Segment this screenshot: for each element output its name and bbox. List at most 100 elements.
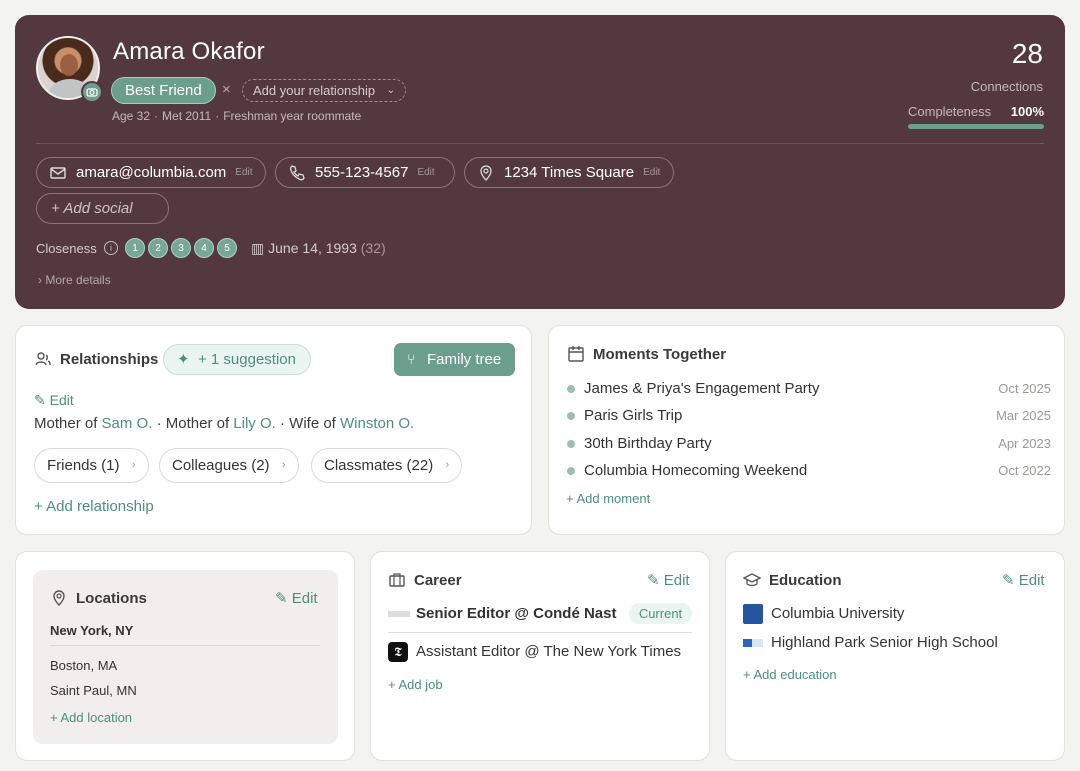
age-text: Age 32 (112, 109, 151, 123)
email-edit[interactable]: Edit (235, 167, 252, 178)
graduation-cap-icon (743, 573, 761, 587)
education-edit-label: Edit (1018, 572, 1045, 589)
address-edit[interactable]: Edit (643, 167, 660, 178)
current-job-title: Senior Editor @ Condé Nast (416, 605, 617, 622)
current-job[interactable]: Senior Editor @ Condé Nast (388, 605, 616, 622)
moment-item[interactable]: Paris Girls Trip Mar 2025 (567, 407, 1051, 424)
moment-title: Columbia Homecoming Weekend (584, 462, 808, 479)
completeness-value: 100% (1010, 104, 1044, 119)
family-tree-button[interactable]: ⑂ Family tree (394, 343, 515, 376)
closeness-level-4[interactable]: 4 (194, 238, 214, 258)
job-divider (388, 632, 692, 633)
relation-person-sam[interactable]: Sam O. (102, 415, 153, 432)
relationships-card: Relationships ✦ + 1 suggestion ⑂ Family tr… (15, 325, 532, 535)
add-education-button[interactable]: + Add education (743, 667, 837, 682)
closeness-level-1[interactable]: 1 (125, 238, 145, 258)
briefcase-icon (389, 573, 405, 587)
relation-type: Mother of (34, 415, 98, 432)
meta-separator: · (154, 109, 159, 123)
relationships-edit-button[interactable]: ✎ Edit (34, 392, 74, 409)
relation-person-winston[interactable]: Winston O. (340, 415, 414, 432)
locations-panel: Locations ✎ Edit New York, NY Boston, MA… (33, 570, 338, 744)
email-value: amara@columbia.com (76, 164, 227, 181)
classmates-chip[interactable]: Classmates (22) › (311, 448, 463, 483)
more-details-toggle[interactable]: › More details (38, 273, 111, 287)
location-divider (50, 645, 320, 646)
phone-pill[interactable]: 555-123-4567 Edit (275, 157, 455, 188)
school-name: Columbia University (771, 604, 905, 622)
chevron-right-icon: › (445, 459, 450, 471)
moment-title: 30th Birthday Party (584, 435, 712, 452)
info-icon[interactable]: i (104, 241, 118, 255)
relation-person-lily[interactable]: Lily O. (233, 415, 276, 432)
career-title: Career (414, 571, 462, 589)
chevron-right-icon: › (281, 459, 286, 471)
context-text: Freshman year roommate (223, 109, 362, 123)
closeness-selector[interactable]: 1 2 3 4 5 (125, 238, 237, 258)
career-card: Career ✎ Edit Senior Editor @ Condé Nast… (370, 551, 710, 761)
header-divider (36, 143, 1044, 144)
classmates-chip-label: Classmates (22) (324, 457, 434, 474)
relationships-edit-label: Edit (49, 392, 74, 408)
add-job-button[interactable]: + Add job (388, 677, 443, 692)
profile-header: Amara Okafor Best Friend × Add your rela… (15, 15, 1065, 309)
completeness-text: Completeness (908, 104, 992, 119)
relation-type: Wife of (289, 415, 336, 432)
chevron-right-icon: › (38, 273, 42, 287)
family-tree-label: Family tree (427, 351, 502, 368)
education-edit-button[interactable]: ✎ Edit (1002, 571, 1045, 589)
closeness-level-3[interactable]: 3 (171, 238, 191, 258)
moment-item[interactable]: Columbia Homecoming Weekend Oct 2022 (567, 462, 1051, 479)
more-details-label: More details (45, 273, 111, 287)
moments-title: Moments Together (593, 345, 727, 363)
add-relationship-dropdown[interactable]: Add your relationship ⌄ (242, 79, 407, 102)
moment-item[interactable]: 30th Birthday Party Apr 2023 (567, 435, 1051, 452)
address-pill[interactable]: 1234 Times Square Edit (464, 157, 674, 188)
pencil-icon: ✎ (1002, 572, 1015, 589)
add-relationship-label: Add your relationship (253, 83, 376, 98)
relation-type: Mother of (165, 415, 230, 432)
past-job[interactable]: 𝕿 Assistant Editor @ The New York Times (388, 642, 681, 662)
career-edit-button[interactable]: ✎ Edit (647, 571, 690, 589)
moments-header: Moments Together (567, 345, 726, 363)
add-relationship-button[interactable]: + Add relationship (34, 498, 154, 515)
suggestion-button[interactable]: ✦ + 1 suggestion (163, 344, 311, 375)
colleagues-chip[interactable]: Colleagues (2) › (159, 448, 299, 483)
school-item[interactable]: Columbia University (743, 604, 904, 624)
moment-date: Apr 2023 (998, 436, 1051, 451)
mail-icon (50, 166, 66, 179)
moment-date: Oct 2025 (998, 381, 1051, 396)
closeness-label: Closeness (36, 241, 97, 256)
friends-chip-label: Friends (1) (47, 457, 120, 474)
birthday: ▥ June 14, 1993 (32) (251, 240, 386, 257)
closeness-level-2[interactable]: 2 (148, 238, 168, 258)
moment-date: Mar 2025 (996, 408, 1051, 423)
phone-edit[interactable]: Edit (417, 167, 434, 178)
pencil-icon: ✎ (647, 572, 660, 589)
suggestion-label: + 1 suggestion (198, 351, 296, 368)
locations-edit-button[interactable]: ✎ Edit (275, 589, 318, 607)
completeness-label: Completeness 100% (908, 104, 1044, 119)
locations-title: Locations (76, 589, 147, 607)
branch-icon: ⑂ (407, 351, 416, 367)
email-pill[interactable]: amara@columbia.com Edit (36, 157, 266, 188)
moment-item[interactable]: James & Priya's Engagement Party Oct 2025 (567, 380, 1051, 397)
remove-relationship-icon[interactable]: × (222, 81, 231, 98)
add-moment-button[interactable]: + Add moment (566, 491, 650, 506)
moments-card: Moments Together James & Priya's Engagem… (548, 325, 1065, 535)
school-item[interactable]: Highland Park Senior High School (743, 634, 998, 651)
sparkle-icon: ✦ (177, 351, 190, 368)
location-pin-icon (480, 164, 492, 181)
relationship-badge[interactable]: Best Friend (111, 77, 216, 104)
columbia-crest-icon (743, 604, 763, 624)
profile-name: Amara Okafor (113, 38, 265, 65)
add-location-button[interactable]: + Add location (50, 710, 132, 725)
camera-icon[interactable] (81, 81, 103, 103)
education-card: Education ✎ Edit Columbia University Hig… (725, 551, 1065, 761)
add-social-button[interactable]: + Add social (36, 193, 169, 224)
family-relations: Mother of Sam O. · Mother of Lily O. · W… (34, 415, 414, 432)
closeness-level-5[interactable]: 5 (217, 238, 237, 258)
friends-chip[interactable]: Friends (1) › (34, 448, 149, 483)
phone-value: 555-123-4567 (315, 164, 409, 181)
past-job-title: Assistant Editor @ The New York Times (416, 642, 682, 660)
